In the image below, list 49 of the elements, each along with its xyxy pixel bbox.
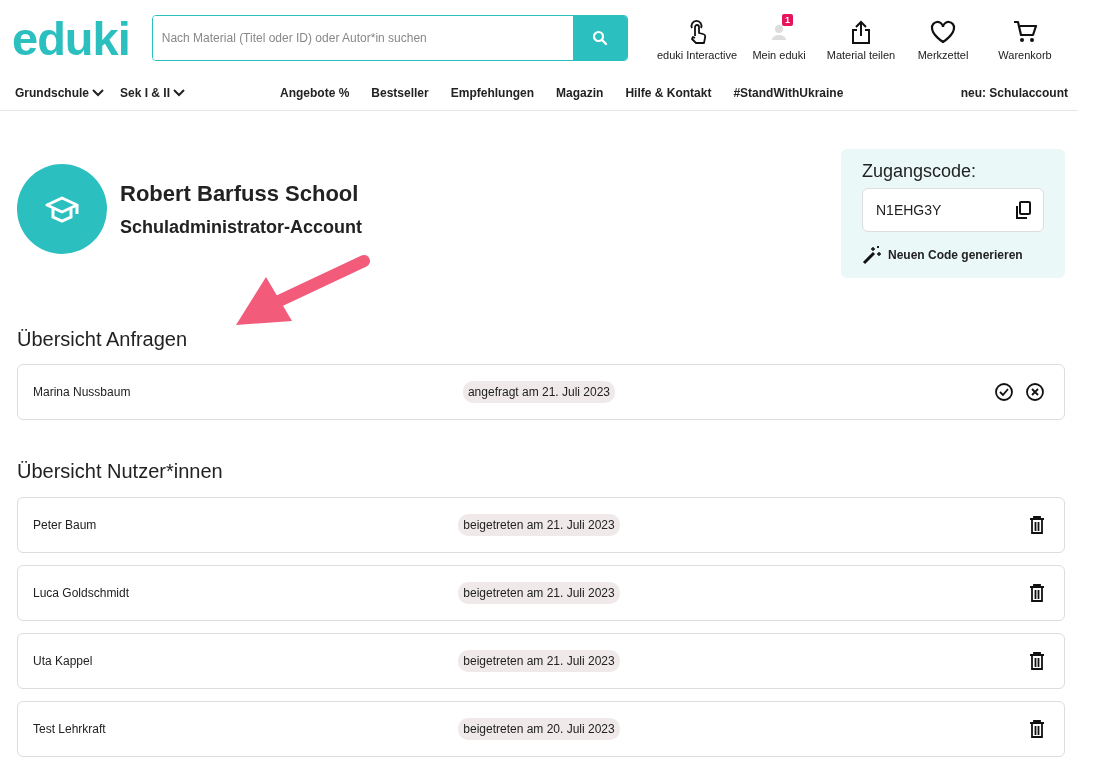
nav-dropdown[interactable]: Grundschule	[15, 86, 104, 100]
chevron-down-icon	[173, 89, 186, 97]
accept-icon[interactable]	[994, 382, 1014, 402]
school-name: Robert Barfuss School	[120, 180, 360, 207]
nav-link[interactable]: #StandWithUkraine	[733, 86, 844, 100]
section-heading: Übersicht Nutzer*innen	[17, 460, 224, 483]
nav-link[interactable]: Bestseller	[371, 86, 429, 100]
notification-badge: 1	[782, 13, 793, 26]
access-code: N1EHG3Y	[876, 202, 942, 218]
chevron-down-icon	[92, 89, 104, 97]
user-name: Test Lehrkraft	[33, 722, 107, 736]
user-icon	[770, 22, 788, 41]
header-action[interactable]: Material teilen	[820, 15, 902, 61]
copy-icon[interactable]	[1015, 201, 1031, 219]
search-icon	[592, 30, 608, 46]
user-name: Peter Baum	[33, 518, 98, 532]
nav-link[interactable]: Magazin	[556, 86, 604, 100]
user-name: Luca Goldschmidt	[33, 586, 131, 600]
status-tag: beigetreten am 20. Juli 2023	[458, 718, 620, 740]
nav-link[interactable]: Angebote %	[280, 86, 350, 100]
status-tag: beigetreten am 21. Juli 2023	[458, 582, 620, 604]
nav-dropdown[interactable]: Sek I & II	[120, 86, 186, 100]
section-heading: Übersicht Anfragen	[17, 328, 189, 351]
magic-wand-icon	[862, 245, 882, 265]
header-action[interactable]: Merkzettel	[902, 15, 984, 61]
status-tag: angefragt am 21. Juli 2023	[462, 381, 616, 403]
user-name: Marina Nussbaum	[33, 385, 132, 399]
nav-link[interactable]: Empfehlungen	[450, 86, 535, 100]
trash-icon[interactable]	[1029, 720, 1045, 738]
status-tag: beigetreten am 21. Juli 2023	[458, 650, 620, 672]
trash-icon[interactable]	[1029, 516, 1045, 534]
share-icon	[850, 18, 872, 45]
header-action[interactable]: Warenkorb	[984, 15, 1066, 61]
account-type: Schuladministrator-Account	[120, 216, 363, 238]
graduation-cap-icon	[44, 195, 80, 223]
status-tag: beigetreten am 21. Juli 2023	[458, 514, 620, 536]
search-field[interactable]: Nach Material (Titel oder ID) oder Autor*in suchen	[151, 15, 628, 61]
header-action[interactable]: eduki Interactive	[656, 15, 738, 61]
heart-icon	[930, 19, 956, 44]
access-code-title: Zugangscode:	[862, 161, 978, 182]
trash-icon[interactable]	[1029, 584, 1045, 602]
header-action[interactable]: 1 Mein eduki	[738, 15, 820, 61]
decline-icon[interactable]	[1025, 382, 1045, 402]
trash-icon[interactable]	[1029, 652, 1045, 670]
user-name: Uta Kappel	[33, 654, 94, 668]
nav-link[interactable]: Hilfe & Kontakt	[625, 86, 712, 100]
nav-link[interactable]: neu: Schulaccount	[960, 86, 1068, 100]
cart-icon	[1012, 19, 1038, 44]
generate-code-link[interactable]: Neuen Code generieren	[862, 245, 1044, 265]
